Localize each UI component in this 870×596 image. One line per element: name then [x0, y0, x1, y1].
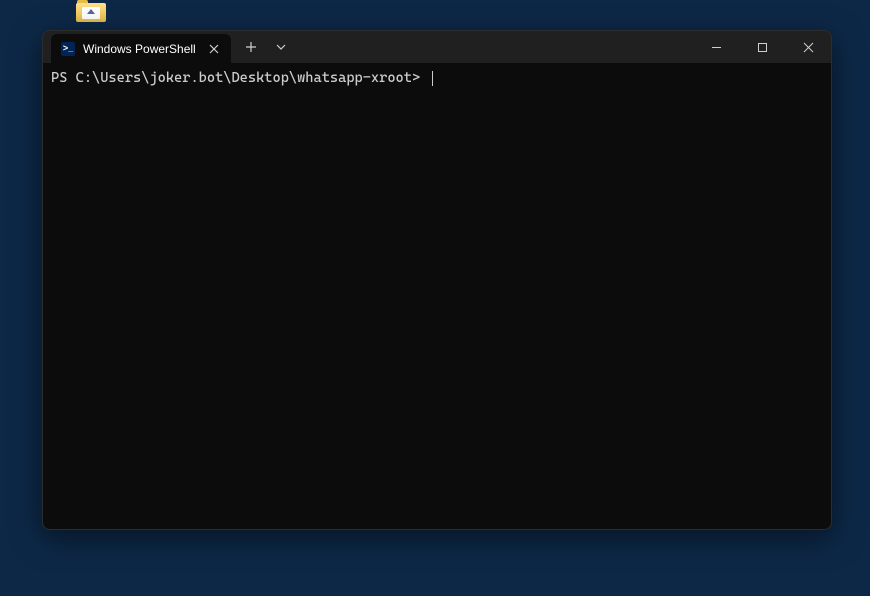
- titlebar[interactable]: >_ Windows PowerShell: [43, 31, 831, 63]
- minimize-button[interactable]: [693, 31, 739, 63]
- powershell-icon: >_: [61, 42, 75, 56]
- tab-powershell[interactable]: >_ Windows PowerShell: [51, 34, 231, 63]
- new-tab-button[interactable]: [237, 33, 265, 61]
- close-window-button[interactable]: [785, 31, 831, 63]
- powershell-icon-glyph: >_: [63, 44, 73, 53]
- tab-title: Windows PowerShell: [83, 42, 197, 56]
- chevron-down-icon: [276, 42, 286, 52]
- minimize-icon: [711, 42, 722, 53]
- maximize-button[interactable]: [739, 31, 785, 63]
- desktop-folder[interactable]: [76, 0, 106, 22]
- close-icon: [209, 44, 219, 54]
- maximize-icon: [757, 42, 768, 53]
- plus-icon: [245, 41, 257, 53]
- cursor: [432, 71, 433, 86]
- window-controls: [693, 31, 831, 63]
- prompt-line: PS C:\Users\joker.bot\Desktop\whatsapp-x…: [51, 69, 823, 88]
- folder-image-icon: [87, 9, 95, 14]
- terminal-window: >_ Windows PowerShell: [42, 30, 832, 530]
- titlebar-drag-area[interactable]: [295, 31, 693, 63]
- tabbar-actions: [237, 31, 295, 63]
- tab-close-button[interactable]: [205, 40, 223, 58]
- close-icon: [803, 42, 814, 53]
- tab-dropdown-button[interactable]: [267, 33, 295, 61]
- prompt-text: PS C:\Users\joker.bot\Desktop\whatsapp-x…: [51, 69, 428, 88]
- terminal-body[interactable]: PS C:\Users\joker.bot\Desktop\whatsapp-x…: [43, 63, 831, 529]
